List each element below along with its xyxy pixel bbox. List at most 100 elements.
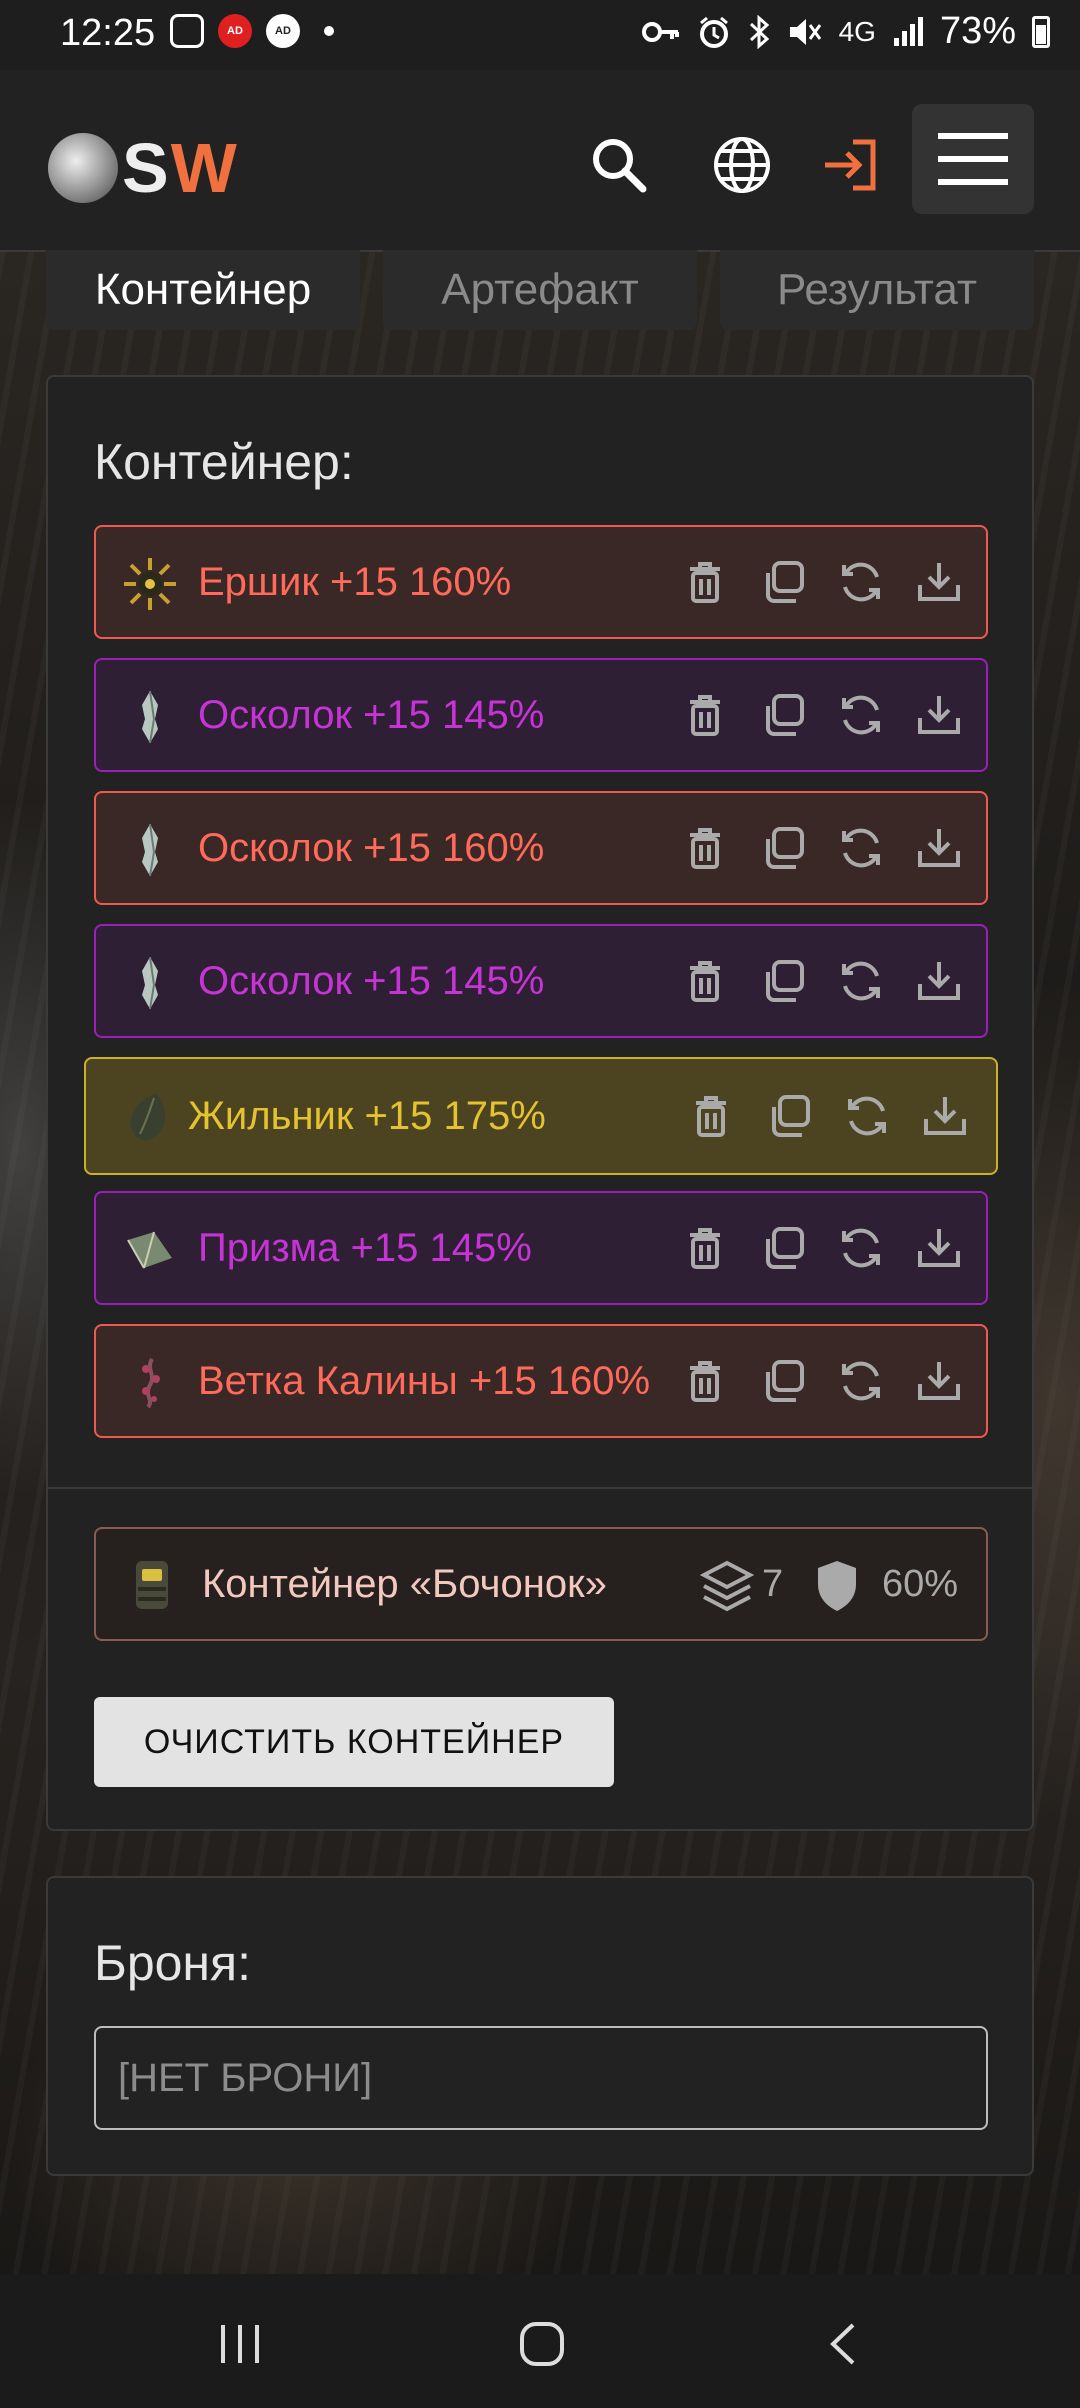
refresh-icon xyxy=(842,1228,880,1268)
status-bar: 12:25 AD AD 4G 73% xyxy=(0,0,1080,70)
artifact-item[interactable]: Осколок +15 160% xyxy=(94,791,988,905)
clear-container-button[interactable]: ОЧИСТИТЬ КОНТЕЙНЕР xyxy=(94,1697,614,1787)
recent-apps-icon xyxy=(221,2325,259,2363)
copy-button[interactable] xyxy=(760,1358,806,1404)
artifact-item[interactable]: Ершик +15 160% xyxy=(94,525,988,639)
trash-icon xyxy=(690,1228,720,1269)
search-button[interactable] xyxy=(584,130,654,200)
download-button[interactable] xyxy=(916,692,962,738)
armor-panel: Броня: [НЕТ БРОНИ] xyxy=(46,1876,1034,2176)
battery-icon xyxy=(1032,15,1050,48)
artifact-item[interactable]: Призма +15 145% xyxy=(94,1191,988,1305)
container-panel: Контейнер: Ершик +15 160% Осколок +15 14… xyxy=(46,375,1034,1831)
zhilnik-artifact-icon xyxy=(130,1094,166,1141)
refresh-icon xyxy=(842,828,880,868)
signal-icon xyxy=(893,16,923,46)
download-button[interactable] xyxy=(922,1093,968,1139)
delete-button[interactable] xyxy=(688,1093,734,1139)
divider xyxy=(48,1487,1032,1489)
container-name: Контейнер «Бочонок» xyxy=(202,1562,607,1606)
copy-icon xyxy=(766,960,804,1002)
download-button[interactable] xyxy=(916,825,962,871)
tab-result[interactable]: Результат xyxy=(720,250,1034,330)
login-icon xyxy=(825,139,876,191)
refresh-button[interactable] xyxy=(838,1358,884,1404)
system-nav-bar xyxy=(0,2274,1080,2408)
refresh-button[interactable] xyxy=(838,958,884,1004)
container-info[interactable]: Контейнер «Бочонок» 7 60% xyxy=(94,1527,988,1641)
clock: 12:25 xyxy=(60,12,156,54)
login-button[interactable] xyxy=(815,130,885,200)
shard-artifact-icon xyxy=(142,823,158,877)
copy-button[interactable] xyxy=(760,692,806,738)
alarm-icon xyxy=(699,16,728,48)
viburnum-branch-artifact-icon xyxy=(142,1357,160,1409)
bluetooth-icon xyxy=(749,14,769,49)
download-button[interactable] xyxy=(916,1225,962,1271)
site-logo[interactable]: SW xyxy=(48,128,239,208)
delete-button[interactable] xyxy=(682,958,728,1004)
download-icon xyxy=(918,696,960,734)
refresh-button[interactable] xyxy=(838,559,884,605)
artifact-label: Осколок +15 145% xyxy=(198,693,545,737)
armor-panel-title: Броня: xyxy=(94,1935,252,1991)
refresh-icon xyxy=(848,1096,886,1136)
delete-button[interactable] xyxy=(682,825,728,871)
layers-icon xyxy=(700,1560,754,1612)
barrel-container-icon xyxy=(136,1561,168,1609)
ad-blocker-icon: AD xyxy=(218,14,252,48)
recent-apps-button[interactable] xyxy=(210,2314,270,2374)
delete-button[interactable] xyxy=(682,1225,728,1271)
language-button[interactable] xyxy=(707,130,777,200)
download-button[interactable] xyxy=(916,958,962,1004)
download-icon xyxy=(918,1229,960,1267)
copy-button[interactable] xyxy=(760,825,806,871)
download-button[interactable] xyxy=(916,559,962,605)
menu-button[interactable] xyxy=(912,104,1034,214)
trash-icon xyxy=(690,1361,720,1402)
shard-artifact-icon xyxy=(142,690,158,744)
network-type: 4G xyxy=(838,15,876,47)
refresh-button[interactable] xyxy=(838,1225,884,1271)
image-icon xyxy=(170,14,204,48)
copy-button[interactable] xyxy=(760,958,806,1004)
refresh-button[interactable] xyxy=(844,1093,890,1139)
refresh-button[interactable] xyxy=(838,692,884,738)
site-header: SW xyxy=(0,70,1080,252)
trash-icon xyxy=(690,562,720,603)
container-panel-title: Контейнер: xyxy=(94,434,354,490)
refresh-icon xyxy=(842,695,880,735)
delete-button[interactable] xyxy=(682,1358,728,1404)
copy-button[interactable] xyxy=(760,559,806,605)
copy-button[interactable] xyxy=(760,1225,806,1271)
artifact-label: Ветка Калины +15 160% xyxy=(198,1359,651,1403)
home-button[interactable] xyxy=(512,2314,572,2374)
key-icon xyxy=(641,21,679,42)
download-button[interactable] xyxy=(916,1358,962,1404)
tab-container[interactable]: Контейнер xyxy=(46,250,360,330)
artifact-item[interactable]: Ветка Калины +15 160% xyxy=(94,1324,988,1438)
ad-blocker-icon: AD xyxy=(266,14,300,48)
hamburger-menu-icon xyxy=(938,133,1008,185)
copy-icon xyxy=(766,1360,804,1402)
refresh-icon xyxy=(842,562,880,602)
logo-text-w: W xyxy=(170,129,239,207)
download-icon xyxy=(918,829,960,867)
ershik-artifact-icon xyxy=(124,558,176,610)
artifact-label: Призма +15 145% xyxy=(198,1226,532,1270)
tab-artifact[interactable]: Артефакт xyxy=(383,250,697,330)
copy-button[interactable] xyxy=(766,1093,812,1139)
armor-select[interactable]: [НЕТ БРОНИ] xyxy=(94,2026,988,2130)
download-icon xyxy=(918,962,960,1000)
refresh-icon xyxy=(842,961,880,1001)
artifact-item[interactable]: Осколок +15 145% xyxy=(94,924,988,1038)
artifact-item[interactable]: Жильник +15 175% xyxy=(84,1057,998,1175)
container-slots: 7 xyxy=(762,1563,784,1605)
logo-globe-icon xyxy=(48,133,118,203)
artifact-item[interactable]: Осколок +15 145% xyxy=(94,658,988,772)
refresh-icon xyxy=(842,1361,880,1401)
back-button[interactable] xyxy=(814,2314,874,2374)
delete-button[interactable] xyxy=(682,692,728,738)
delete-button[interactable] xyxy=(682,559,728,605)
refresh-button[interactable] xyxy=(838,825,884,871)
